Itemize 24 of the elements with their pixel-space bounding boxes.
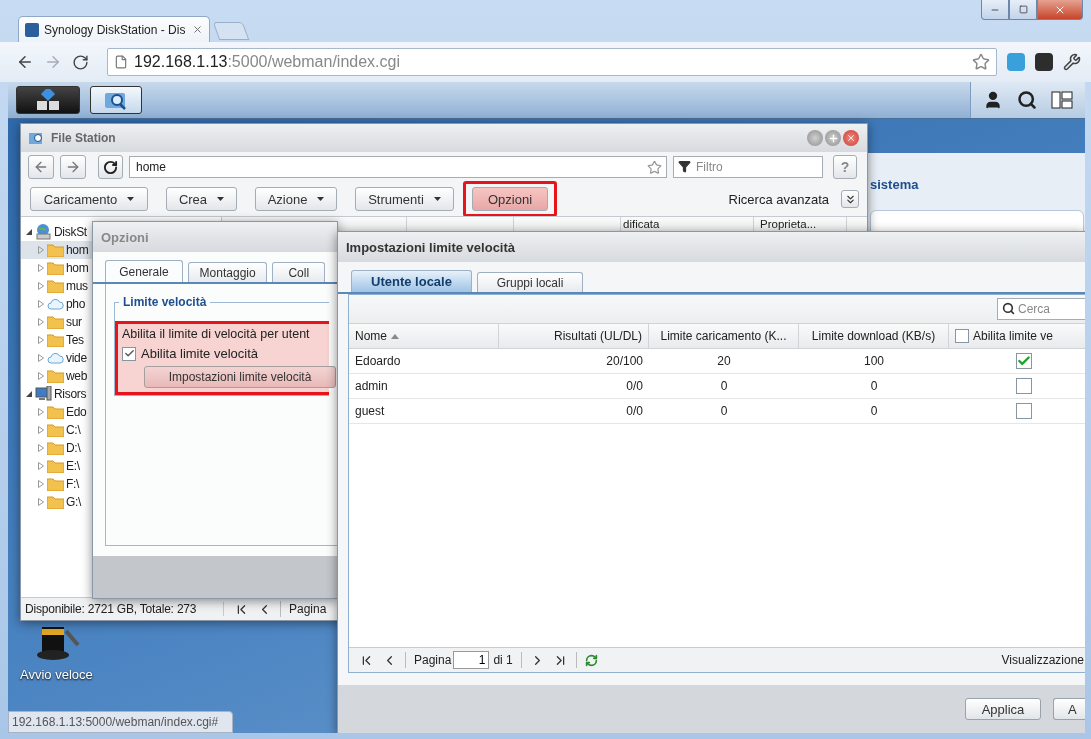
table-cell-text: guest <box>354 403 386 420</box>
storage-status: Disponibile: 2721 GB, Totale: 273 <box>21 602 224 616</box>
dialog-title: Opzioni <box>101 229 149 245</box>
table-cell-text: 20 <box>716 353 732 370</box>
widget-title: sistema <box>870 177 920 192</box>
section-title: Limite velocità <box>119 295 211 309</box>
status-url: 192.168.1.13:5000/webman/index.cgi# <box>8 711 234 733</box>
page-count: di 1 <box>493 653 513 667</box>
table-cell-text: 100 <box>863 353 885 370</box>
table-cell-text: 20/100 <box>605 353 644 370</box>
table-cell-text: 0/0 <box>625 403 644 420</box>
table-cell-text: 0 <box>719 378 729 395</box>
table-cell-text: Edoardo <box>354 353 402 370</box>
table-cell-text: 0 <box>869 403 879 420</box>
table-cell-text: 0 <box>719 403 729 420</box>
pager-label: Pagina <box>289 602 327 616</box>
display-info: Visualizzazione <box>1001 653 1084 667</box>
table-cell-text: admin <box>354 378 389 395</box>
dialog-title: Impostazioni limite velocità <box>346 239 516 255</box>
table-cell-text: 0/0 <box>625 378 644 395</box>
table-cell-text: 0 <box>869 378 879 395</box>
description-text: Abilita il limite di velocità per utent <box>122 327 311 341</box>
pager-label: Pagina <box>414 653 452 667</box>
window-title: File Station <box>51 131 116 145</box>
